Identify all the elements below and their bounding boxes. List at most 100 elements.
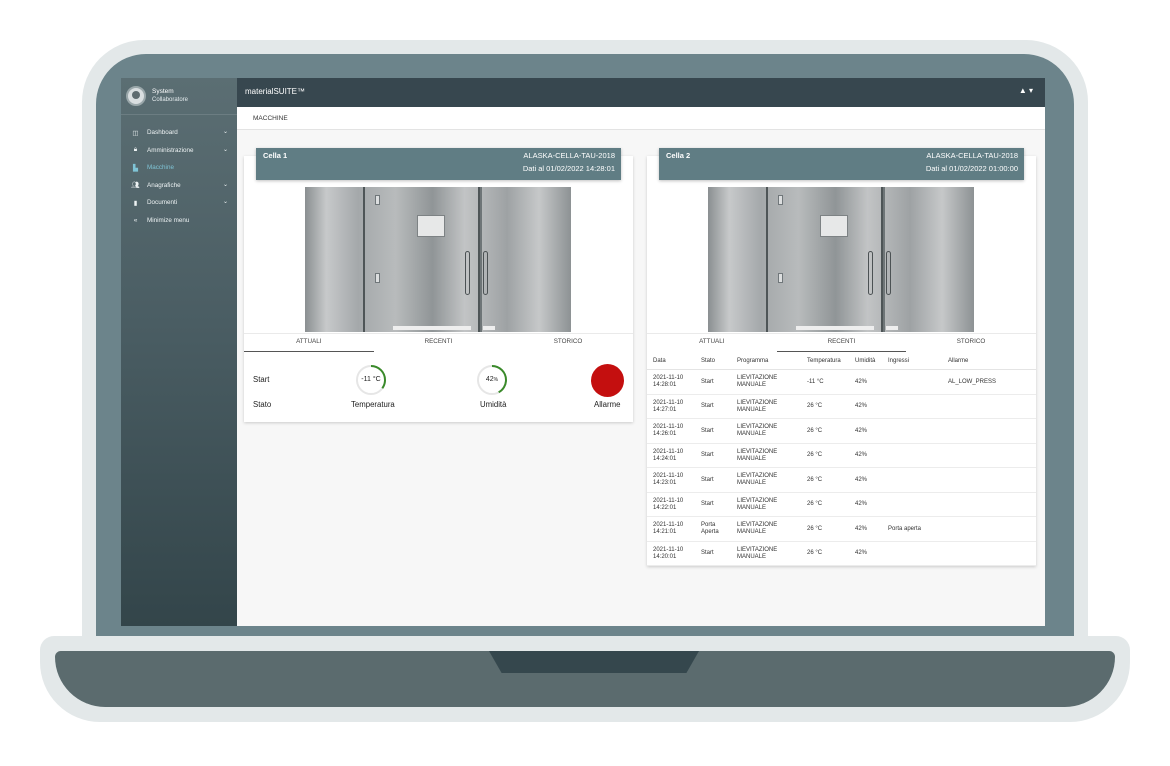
column-header-stato: Stato: [701, 358, 716, 364]
topbar: materialSUITE™ ▲ ▾: [237, 78, 1045, 107]
cell-stato: Start: [701, 452, 714, 458]
table-row[interactable]: 2021-11-10 14:24:01 Start LIEVITAZIONE MANUA…: [647, 444, 1036, 468]
table-cell: LIEVITAZIONE MANUALE: [737, 547, 777, 561]
tab-recenti[interactable]: RECENTI: [776, 334, 907, 352]
sidebar-item-anagrafiche[interactable]: 👥︎ Anagrafiche ⌄: [121, 177, 237, 195]
table-row[interactable]: 2021-11-10 14:28:01 Start LIEVITAZIONE MANUA…: [647, 370, 1036, 395]
machine-photo: [708, 187, 974, 332]
table-cell: 42%: [855, 550, 867, 557]
table-cell: AL_LOW_PRESS: [948, 379, 996, 386]
control-panel-image: [417, 215, 445, 237]
chevron-down-icon: ⌄: [222, 129, 228, 135]
cell-stato: Porta: [701, 522, 716, 528]
table-cell: Start: [701, 501, 714, 508]
alarm-indicator: [591, 364, 624, 397]
data-timestamp: Dati al 01/02/2022 01:00:00: [925, 164, 1018, 173]
recent-data-table: Data Stato Programma Temperatura Umidità…: [647, 354, 1036, 566]
table-cell: 26 °C: [807, 403, 822, 410]
cell-stato: Start: [701, 378, 714, 385]
table-cell: Start: [701, 550, 714, 557]
stato-value: Start: [253, 375, 270, 384]
sidebar-item-label: Amministrazione: [147, 146, 194, 154]
cell-umidita: 42%: [855, 452, 868, 458]
sidebar-item-amministrazione[interactable]: 🔒︎ Amministrazione ⌄: [121, 142, 237, 160]
table-row[interactable]: 2021-11-10 14:20:01 Start LIEVITAZIONE MANUA…: [647, 542, 1036, 566]
table-cell: LIEVITAZIONE MANUALE: [737, 449, 777, 463]
machine-name: ALASKA-CELLA-TAU-2018: [926, 151, 1018, 160]
cell-programma-line2: MANUALE: [737, 553, 767, 560]
table-cell: 42%: [855, 379, 867, 386]
lock-icon: 🔒︎: [133, 146, 138, 154]
tab-storico[interactable]: STORICO: [906, 334, 1036, 352]
cell-programma: LIEVITAZIONE: [737, 522, 778, 528]
humidity-value: 42: [485, 376, 494, 383]
sidebar-item-label: Dashboard: [147, 129, 178, 137]
sidebar-item-documenti[interactable]: ▮ Documenti ⌄: [121, 194, 237, 212]
control-panel-image: [820, 215, 848, 237]
column-header-allarme: Allarme: [948, 358, 969, 364]
table-cell: 42%: [855, 403, 867, 410]
temperature-label: Temperatura: [351, 400, 395, 409]
sidebar-item-dashboard[interactable]: ◫ Dashboard ⌄: [121, 124, 237, 142]
data-timestamp: Dati al 01/02/2022 14:28:01: [522, 164, 615, 173]
stato-label: Stato: [253, 400, 272, 409]
table-cell: Porta Aperta: [701, 522, 719, 536]
table-cell: 26 °C: [807, 428, 822, 435]
table-row[interactable]: 2021-11-10 14:26:01 Start LIEVITAZIONE MANUA…: [647, 419, 1036, 444]
table-cell: LIEVITAZIONE MANUALE: [737, 522, 777, 536]
sidebar-menu: ◫ Dashboard ⌄ 🔒︎ Amministrazione ⌄ ▙ Mac…: [121, 124, 237, 229]
table-row[interactable]: 2021-11-10 14:27:01 Start LIEVITAZIONE MANUA…: [647, 395, 1036, 419]
cell-programma-line2: MANUALE: [737, 455, 767, 462]
cell-allarme: AL_LOW_PRESS: [948, 378, 997, 385]
document-icon: ▮: [133, 199, 138, 207]
column-header-ingressi: Ingressi: [888, 358, 910, 364]
card-header: Cella 2 ALASKA-CELLA-TAU-2018 Dati al 01…: [659, 148, 1024, 180]
table-cell: LIEVITAZIONE MANUALE: [737, 424, 777, 438]
table-row[interactable]: 2021-11-10 14:22:01 Start LIEVITAZIONE MANUA…: [647, 493, 1036, 517]
table-cell: 26 °C: [807, 477, 822, 484]
cell-date: 2021-11-10: [653, 497, 684, 504]
cell-time: 14:27:01: [653, 406, 677, 413]
cell-temperatura: 26 °C: [807, 403, 823, 409]
cell-programma: LIEVITAZIONE: [737, 375, 778, 381]
cell-programma-line2: MANUALE: [737, 406, 767, 413]
chevron-down-icon: ⌄: [222, 199, 228, 205]
cell-umidita: 42%: [855, 525, 868, 532]
table-row[interactable]: 2021-11-10 14:23:01 Start LIEVITAZIONE MANUA…: [647, 468, 1036, 493]
cell-time: 14:24:01: [653, 455, 677, 462]
sidebar-item-macchine[interactable]: ▙ Macchine: [121, 159, 237, 177]
breadcrumb: MACCHINE: [253, 115, 288, 122]
table-cell: 2021-11-10 14:21:01: [653, 522, 683, 536]
column-header-programma: Programma: [737, 358, 769, 364]
user-menu-button[interactable]: ▲ ▾: [1019, 86, 1033, 95]
table-cell: 42%: [855, 526, 867, 533]
table-cell: 2021-11-10 14:26:01: [653, 424, 683, 438]
sidebar: System Collaboratore ◫ Dashboard ⌄ 🔒︎ Am…: [121, 78, 237, 626]
cell-date: 2021-11-10: [653, 522, 684, 528]
sidebar-item-label: Documenti: [147, 199, 178, 207]
tab-attuali[interactable]: ATTUALI: [647, 334, 777, 352]
dashboard-icon: ◫: [132, 129, 139, 137]
cell-programma: LIEVITAZIONE: [737, 399, 778, 406]
cell-programma: LIEVITAZIONE: [737, 473, 778, 479]
user-profile[interactable]: System Collaboratore: [121, 78, 237, 115]
cell-temperatura: -11 °C: [807, 378, 824, 385]
table-cell: Start: [701, 452, 714, 459]
table-header: Data Stato Programma Temperatura Umidità…: [647, 354, 1036, 370]
sidebar-item-label: Anagrafiche: [147, 181, 181, 189]
cell-umidita: 42%: [855, 501, 868, 507]
table-cell: LIEVITAZIONE MANUALE: [737, 375, 777, 389]
tab-recenti[interactable]: RECENTI: [374, 334, 504, 352]
tab-attuali[interactable]: ATTUALI: [244, 334, 374, 352]
tab-storico[interactable]: STORICO: [503, 334, 633, 352]
table-cell: LIEVITAZIONE MANUALE: [737, 498, 777, 512]
card-header: Cella 1 ALASKA-CELLA-TAU-2018 Dati al 01…: [256, 148, 621, 180]
table-body: 2021-11-10 14:28:01 Start LIEVITAZIONE MANUA…: [647, 370, 1036, 566]
table-cell: 42%: [855, 501, 867, 508]
cell-stato-line2: Aperta: [701, 529, 719, 535]
cell-temperatura: 26 °C: [807, 476, 823, 483]
table-row[interactable]: 2021-11-10 14:21:01 Porta Aperta LIEVITAZION…: [647, 517, 1036, 542]
sidebar-item-minimize[interactable]: « Minimize menu: [121, 212, 237, 230]
app-brand[interactable]: materialSUITE™: [245, 87, 305, 96]
cell-time: 14:28:01: [653, 382, 677, 388]
